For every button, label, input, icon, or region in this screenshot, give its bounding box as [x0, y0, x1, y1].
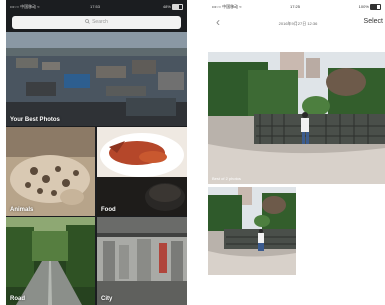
battery-status: 48% [163, 0, 183, 14]
best-photos-image [6, 32, 187, 126]
city-tile[interactable]: City [97, 217, 187, 305]
battery-icon [370, 3, 381, 10]
photo-caption: Best of 2 photos [212, 176, 241, 181]
best-photos-tile[interactable]: Your Best Photos [6, 32, 187, 126]
animals-tile[interactable]: Animals [6, 127, 95, 216]
battery-percent: 100% [358, 4, 369, 9]
search-field[interactable]: Search [12, 16, 181, 29]
status-time: 17:25 [290, 4, 301, 9]
tile-label-food: Food [101, 207, 116, 213]
food-image [97, 127, 187, 216]
photos-search-screen: •••○○ 中国移动 ≈ 17:53 48% Search Your Best … [6, 0, 187, 305]
tile-label-best: Your Best Photos [10, 117, 60, 123]
tile-label-road: Road [10, 296, 25, 302]
thumbnail-photo[interactable] [208, 187, 296, 275]
search-placeholder: Search [92, 19, 108, 25]
battery-status: 100% [359, 0, 381, 14]
carrier-text: •••○○ 中国移动 ≈ [212, 4, 242, 9]
food-tile[interactable]: Food [97, 127, 187, 216]
animals-image [6, 127, 95, 216]
status-time: 17:53 [90, 4, 101, 9]
road-image [6, 217, 95, 305]
date-title: 2016年9月27日 12:36 [278, 21, 318, 26]
thumbnail-photo-image [208, 187, 296, 275]
status-bar: •••○○ 中国移动 ≈ 17:53 48% [6, 0, 187, 14]
tile-label-city: City [101, 296, 113, 302]
city-image [97, 217, 187, 305]
battery-percent: 48% [162, 4, 171, 9]
select-button[interactable]: Select [364, 18, 383, 25]
day-view-screen: •••○○ 中国移动 ≈ 17:25 100% ‹ 2016年9月27日 12:… [208, 0, 385, 305]
featured-photo[interactable]: Best of 2 photos [208, 52, 385, 184]
battery-icon [172, 3, 183, 10]
search-icon [85, 19, 90, 24]
road-tile[interactable]: Road [6, 217, 95, 305]
chevron-left-icon[interactable]: ‹ [216, 16, 220, 28]
tile-label-animals: Animals [10, 207, 34, 213]
featured-photo-image [208, 52, 385, 184]
status-bar: •••○○ 中国移动 ≈ 17:25 100% [208, 0, 385, 14]
carrier-text: •••○○ 中国移动 ≈ [10, 4, 40, 9]
